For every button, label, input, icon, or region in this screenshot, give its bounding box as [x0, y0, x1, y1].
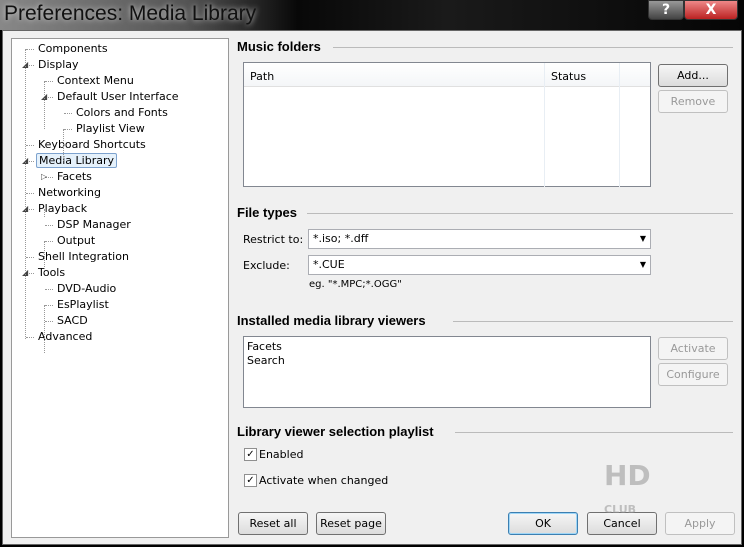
tree-item[interactable]: Tools — [36, 265, 67, 280]
divider — [307, 213, 733, 214]
reset-page-button[interactable]: Reset page — [316, 512, 386, 535]
tree-item[interactable]: Media Library — [36, 153, 117, 168]
collapse-icon[interactable]: ◢ — [41, 92, 49, 101]
exclude-hint: eg. "*.MPC;*.OGG" — [309, 279, 402, 290]
tree-item[interactable]: Default User Interface — [55, 89, 181, 104]
restrict-value: *.iso; *.dff — [313, 232, 369, 245]
divider — [453, 321, 733, 322]
remove-folder-button[interactable]: Remove — [658, 90, 728, 113]
tree-item[interactable]: DSP Manager — [55, 217, 133, 232]
activate-when-changed-checkbox[interactable]: ✓ — [244, 474, 257, 487]
collapse-icon[interactable]: ◢ — [22, 268, 30, 277]
viewers-list[interactable]: Facets Search — [243, 336, 651, 408]
activate-when-changed-label: Activate when changed — [259, 474, 389, 487]
reset-all-button[interactable]: Reset all — [238, 512, 308, 535]
title-bar[interactable]: Preferences: Media Library ? X — [0, 0, 744, 30]
tree-connector — [26, 145, 34, 146]
tree-connector — [44, 241, 45, 273]
tree-connector — [26, 337, 34, 338]
column-path[interactable]: Path — [250, 70, 274, 83]
watermark-logo: HD CLUB — [604, 459, 651, 517]
tree-item[interactable]: SACD — [55, 313, 90, 328]
tree-item[interactable]: Shell Integration — [36, 249, 131, 264]
divider — [455, 432, 733, 433]
exclude-combo[interactable]: *.CUE ▼ — [308, 255, 651, 275]
tree-item[interactable]: Colors and Fonts — [74, 105, 170, 120]
tree-connector — [26, 257, 34, 258]
close-button[interactable]: X — [684, 0, 738, 20]
tree-connector — [44, 305, 45, 353]
tree-connector — [45, 241, 53, 242]
tree-connector — [45, 225, 53, 226]
configure-button[interactable]: Configure — [658, 363, 728, 386]
tree-connector — [26, 49, 34, 50]
tree-item[interactable]: DVD-Audio — [55, 281, 118, 296]
viewers-heading: Installed media library viewers — [237, 313, 426, 328]
exclude-value: *.CUE — [313, 258, 345, 271]
tree-item[interactable]: EsPlaylist — [55, 297, 111, 312]
collapse-icon[interactable]: ◢ — [22, 156, 30, 165]
playlist-heading: Library viewer selection playlist — [237, 424, 434, 439]
tree-connector — [63, 129, 64, 161]
file-types-heading: File types — [237, 205, 297, 220]
window-title: Preferences: Media Library — [4, 2, 257, 25]
tree-connector — [44, 81, 45, 129]
chevron-down-icon: ▼ — [639, 234, 646, 243]
column-status[interactable]: Status — [544, 63, 586, 187]
tree-connector — [26, 193, 34, 194]
tree-item[interactable]: Context Menu — [55, 73, 136, 88]
tree-item[interactable]: Output — [55, 233, 97, 248]
tree-connector — [64, 113, 72, 114]
tree-connector — [45, 305, 53, 306]
restrict-combo[interactable]: *.iso; *.dff ▼ — [308, 229, 651, 249]
tree-connector — [45, 81, 53, 82]
add-folder-button[interactable]: Add... — [658, 64, 728, 87]
divider — [333, 47, 733, 48]
music-folders-list[interactable]: Path Status — [243, 62, 651, 187]
ok-button[interactable]: OK — [508, 512, 578, 535]
tree-item[interactable]: Display — [36, 57, 81, 72]
tree-connector — [44, 209, 45, 217]
tree-item[interactable]: Keyboard Shortcuts — [36, 137, 148, 152]
restrict-label: Restrict to: — [243, 233, 304, 246]
tree-connector — [25, 49, 26, 339]
preferences-tree[interactable]: Components ◢ Display Context Menu ◢ Default U… — [11, 38, 229, 538]
tree-connector — [45, 321, 53, 322]
collapse-icon[interactable]: ◢ — [22, 60, 30, 69]
enabled-checkbox[interactable]: ✓ — [244, 448, 257, 461]
list-header: Path Status — [244, 63, 650, 187]
tree-connector — [64, 129, 72, 130]
music-folders-heading: Music folders — [237, 39, 321, 54]
viewer-item[interactable]: Search — [247, 354, 285, 367]
viewer-item[interactable]: Facets — [247, 340, 282, 353]
collapse-icon[interactable]: ◢ — [22, 204, 30, 213]
tree-item[interactable]: Facets — [55, 169, 94, 184]
tree-item[interactable]: Networking — [36, 185, 103, 200]
chevron-down-icon: ▼ — [639, 260, 646, 269]
tree-item[interactable]: Playlist View — [74, 121, 147, 136]
activate-button[interactable]: Activate — [658, 337, 728, 360]
enabled-label: Enabled — [259, 448, 304, 461]
help-button[interactable]: ? — [648, 0, 684, 20]
tree-item[interactable]: Components — [36, 41, 110, 56]
exclude-label: Exclude: — [243, 259, 290, 272]
expand-icon[interactable]: ▷ — [41, 172, 49, 181]
apply-button[interactable]: Apply — [665, 512, 735, 535]
column-divider — [619, 63, 620, 187]
tree-connector — [45, 289, 53, 290]
